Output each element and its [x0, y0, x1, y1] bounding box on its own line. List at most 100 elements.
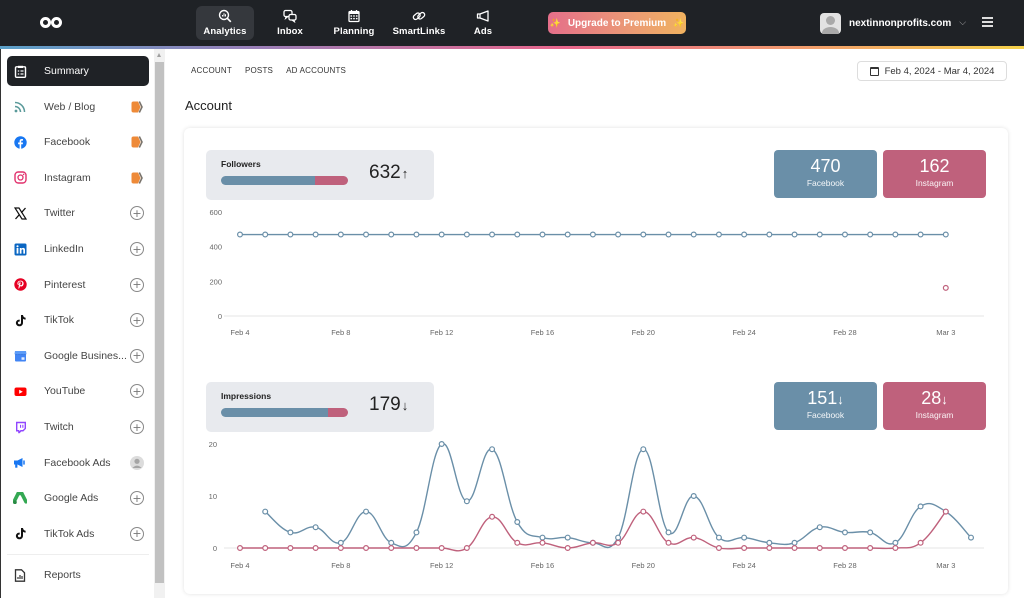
impressions-data-point-instagram[interactable] [262, 544, 269, 551]
sidebar-item-twitch[interactable]: Twitch + [7, 412, 149, 442]
tab-account[interactable]: ACCOUNT [191, 66, 232, 75]
followers-data-point-facebook[interactable] [741, 231, 748, 238]
add-circle-icon[interactable]: + [130, 384, 144, 399]
followers-data-point-facebook[interactable] [867, 231, 874, 238]
upgrade-to-premium-button[interactable]: ✨ Upgrade to Premium ✨ [548, 12, 686, 34]
impressions-data-point-facebook[interactable] [312, 524, 319, 531]
sidebar-item-youtube[interactable]: YouTube + [7, 376, 149, 406]
impressions-data-point-instagram[interactable] [287, 544, 294, 551]
followers-data-point-facebook[interactable] [816, 231, 823, 238]
impressions-data-point-facebook[interactable] [489, 446, 496, 453]
scrollbar-thumb[interactable] [155, 62, 164, 583]
impressions-data-point-facebook[interactable] [337, 539, 344, 546]
impressions-data-point-facebook[interactable] [841, 529, 848, 536]
sidebar-item-pinterest[interactable]: Pinterest + [7, 270, 149, 300]
sidebar-item-facebook[interactable]: Facebook [7, 127, 149, 157]
impressions-data-point-facebook[interactable] [967, 534, 974, 541]
impressions-data-point-instagram[interactable] [917, 539, 924, 546]
impressions-data-point-instagram[interactable] [791, 544, 798, 551]
sidebar-item-instagram[interactable]: Instagram [7, 163, 149, 193]
impressions-data-point-facebook[interactable] [514, 518, 521, 525]
impressions-data-point-facebook[interactable] [867, 529, 874, 536]
sidebar-item-tiktok-ads[interactable]: TikTok Ads + [7, 519, 149, 549]
followers-data-point-facebook[interactable] [312, 231, 319, 238]
hamburger-menu-icon[interactable] [982, 17, 993, 27]
sidebar-item-web-blog[interactable]: Web / Blog [7, 92, 149, 122]
account-menu[interactable]: nextinnonprofits.com ⌵ [820, 12, 966, 34]
followers-instagram-stat[interactable]: 162 Instagram [883, 150, 986, 198]
add-circle-icon[interactable]: + [130, 526, 144, 541]
sidebar-item-twitter[interactable]: Twitter + [7, 198, 149, 228]
followers-data-point-facebook[interactable] [942, 231, 949, 238]
followers-data-point-facebook[interactable] [615, 231, 622, 238]
impressions-data-point-instagram[interactable] [514, 539, 521, 546]
followers-data-point-facebook[interactable] [640, 231, 647, 238]
impressions-data-point-facebook[interactable] [438, 441, 445, 448]
followers-data-point-facebook[interactable] [438, 231, 445, 238]
impressions-data-point-facebook[interactable] [463, 498, 470, 505]
impressions-data-point-instagram[interactable] [388, 544, 395, 551]
impressions-data-point-facebook[interactable] [766, 539, 773, 546]
followers-data-point-facebook[interactable] [388, 231, 395, 238]
impressions-data-point-instagram[interactable] [841, 544, 848, 551]
tab-ad-accounts[interactable]: AD ACCOUNTS [286, 66, 346, 75]
impressions-data-point-instagram[interactable] [589, 539, 596, 546]
impressions-data-point-facebook[interactable] [917, 503, 924, 510]
infinity-logo-icon[interactable] [40, 15, 64, 29]
followers-data-point-facebook[interactable] [690, 231, 697, 238]
nav-planning[interactable]: Planning [328, 6, 380, 40]
impressions-data-point-facebook[interactable] [690, 492, 697, 499]
impressions-data-point-facebook[interactable] [816, 524, 823, 531]
impressions-data-point-facebook[interactable] [262, 508, 269, 515]
impressions-data-point-facebook[interactable] [564, 534, 571, 541]
account-avatar-icon[interactable] [130, 455, 144, 470]
impressions-data-point-facebook[interactable] [741, 534, 748, 541]
impressions-data-point-instagram[interactable] [438, 544, 445, 551]
impressions-data-point-instagram[interactable] [867, 544, 874, 551]
impressions-data-point-instagram[interactable] [463, 544, 470, 551]
date-range-picker[interactable]: Feb 4, 2024 - Mar 4, 2024 [857, 61, 1007, 81]
impressions-data-point-instagram[interactable] [640, 508, 647, 515]
impressions-data-point-instagram[interactable] [741, 544, 748, 551]
followers-data-point-facebook[interactable] [236, 231, 243, 238]
followers-data-point-facebook[interactable] [287, 231, 294, 238]
impressions-data-point-instagram[interactable] [236, 544, 243, 551]
followers-data-point-facebook[interactable] [589, 231, 596, 238]
impressions-data-point-instagram[interactable] [312, 544, 319, 551]
impressions-data-point-instagram[interactable] [816, 544, 823, 551]
followers-data-point-facebook[interactable] [489, 231, 496, 238]
impressions-data-point-facebook[interactable] [791, 539, 798, 546]
add-circle-icon[interactable]: + [130, 277, 144, 292]
sidebar-item-linkedin[interactable]: LinkedIn + [7, 234, 149, 264]
impressions-data-point-facebook[interactable] [539, 534, 546, 541]
impressions-data-point-facebook[interactable] [388, 539, 395, 546]
impressions-data-point-instagram[interactable] [892, 544, 899, 551]
followers-data-point-facebook[interactable] [514, 231, 521, 238]
nav-ads[interactable]: Ads [466, 6, 500, 40]
impressions-data-point-instagram[interactable] [690, 534, 697, 541]
impressions-data-point-instagram[interactable] [337, 544, 344, 551]
add-circle-icon[interactable]: + [130, 242, 144, 256]
impressions-instagram-stat[interactable]: 28↓ Instagram [883, 382, 986, 430]
followers-data-point-facebook[interactable] [665, 231, 672, 238]
followers-data-point-facebook[interactable] [715, 231, 722, 238]
add-circle-icon[interactable]: + [130, 206, 144, 221]
followers-data-point-facebook[interactable] [337, 231, 344, 238]
nav-inbox[interactable]: Inbox [268, 6, 312, 40]
impressions-data-point-instagram[interactable] [564, 544, 571, 551]
followers-data-point-facebook[interactable] [463, 231, 470, 238]
add-circle-icon[interactable]: + [130, 420, 144, 434]
followers-data-point-facebook[interactable] [892, 231, 899, 238]
followers-data-point-facebook[interactable] [766, 231, 773, 238]
impressions-data-point-instagram[interactable] [539, 539, 546, 546]
sidebar-item-google-busines[interactable]: Google Busines... + [7, 341, 149, 371]
impressions-data-point-facebook[interactable] [715, 534, 722, 541]
add-circle-icon[interactable]: + [130, 491, 144, 506]
impressions-data-point-facebook[interactable] [665, 529, 672, 536]
sidebar-item-tiktok[interactable]: TikTok + [7, 305, 149, 335]
sidebar-item-summary[interactable]: Summary [7, 56, 149, 86]
add-circle-icon[interactable]: + [130, 313, 144, 328]
impressions-data-point-facebook[interactable] [615, 534, 622, 541]
followers-data-point-facebook[interactable] [363, 231, 370, 238]
sidebar-scrollbar[interactable] [154, 49, 165, 598]
